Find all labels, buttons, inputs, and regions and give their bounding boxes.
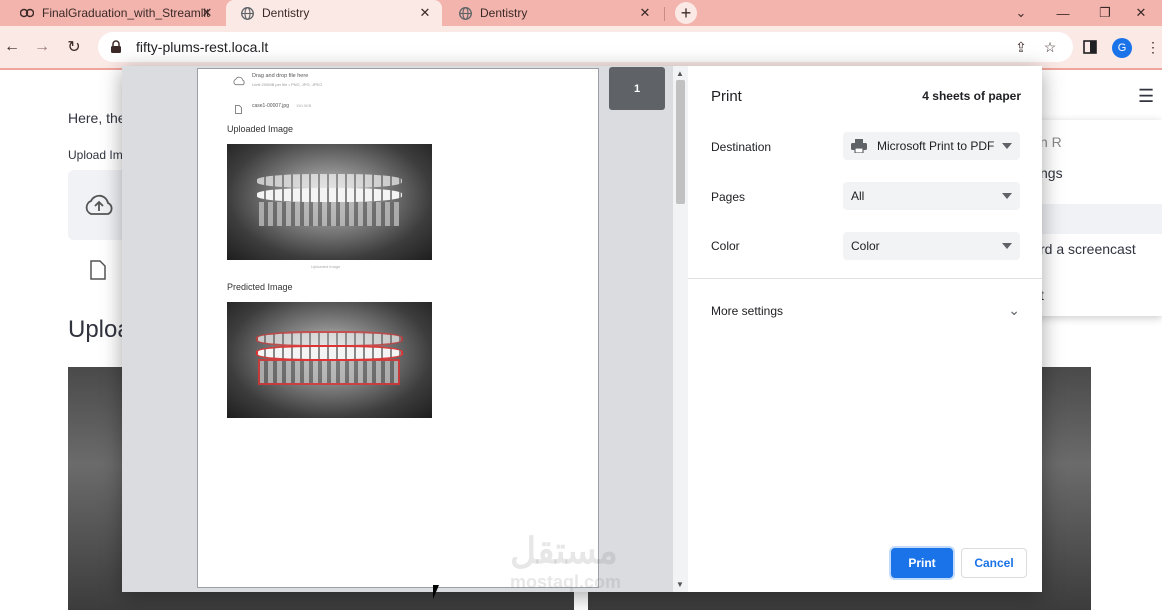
chevron-down-icon[interactable]: ⌄: [1008, 302, 1020, 319]
tab-search-icon[interactable]: ⌄: [1000, 0, 1042, 26]
forward-icon[interactable]: →: [32, 37, 52, 57]
close-window-icon[interactable]: ✕: [1120, 0, 1162, 26]
side-panel-icon[interactable]: [1081, 38, 1099, 56]
tab-strip: FinalGraduation_with_Streamlit ✕ Dentist…: [0, 0, 1162, 26]
predicted-image-heading: Predicted Image: [227, 282, 293, 292]
hamburger-menu-icon[interactable]: ☰: [1138, 86, 1154, 107]
bookmark-star-icon[interactable]: ☆: [1041, 38, 1059, 56]
uploaded-xray-image: [227, 144, 432, 260]
menu-item[interactable]: ngs: [1040, 165, 1063, 181]
printer-icon: [851, 139, 867, 153]
tab-dentistry-active[interactable]: Dentistry ✕: [226, 0, 442, 26]
uploaded-image-caption: Uploaded Image: [311, 264, 341, 269]
menu-item[interactable]: rd a screencast: [1040, 241, 1136, 257]
watermark-url: mostaql.com: [510, 572, 622, 592]
back-icon[interactable]: ←: [2, 37, 22, 57]
print-title: Print: [711, 88, 742, 105]
chevron-down-icon: [1002, 193, 1012, 199]
tab-title: FinalGraduation_with_Streamlit: [42, 6, 210, 20]
color-label: Color: [711, 239, 740, 253]
settings-divider: [688, 278, 1042, 279]
print-dialog: Drag and drop file here Limit 200MB per …: [122, 66, 1042, 592]
profile-avatar[interactable]: G: [1112, 38, 1132, 58]
file-uploader[interactable]: [68, 170, 128, 240]
print-settings-panel: Print 4 sheets of paper Destination Micr…: [688, 66, 1042, 592]
file-icon: [90, 260, 106, 285]
preview-page: Drag and drop file here Limit 200MB per …: [197, 68, 599, 588]
close-icon[interactable]: ✕: [418, 5, 432, 20]
upload-label: Upload Im: [68, 148, 123, 162]
close-icon[interactable]: ✕: [200, 5, 214, 20]
dropzone-title: Drag and drop file here: [252, 73, 309, 79]
file-size: 150.0KB: [296, 103, 312, 108]
destination-value: Microsoft Print to PDF: [877, 139, 995, 153]
uploaded-image-heading: Uploaded Image: [227, 124, 294, 134]
streamlit-icon: [20, 6, 34, 20]
tab-finalgraduation[interactable]: FinalGraduation_with_Streamlit ✕: [8, 0, 224, 26]
more-settings-toggle[interactable]: More settings: [711, 304, 783, 318]
sheet-count: 4 sheets of paper: [922, 89, 1021, 103]
browser-toolbar: ← → ↻ fifty-plums-rest.loca.lt ⇪ ☆ G ⋮: [0, 26, 1162, 70]
chevron-down-icon: [1002, 143, 1012, 149]
cloud-upload-icon: [232, 73, 246, 91]
pages-value: All: [851, 189, 865, 203]
tab-title: Dentistry: [262, 6, 310, 20]
scroll-thumb[interactable]: [676, 80, 685, 204]
print-button[interactable]: Print: [891, 548, 953, 578]
scroll-down-icon[interactable]: ▼: [676, 580, 684, 589]
share-icon[interactable]: ⇪: [1012, 38, 1030, 56]
chevron-down-icon: [1002, 243, 1012, 249]
color-value: Color: [851, 239, 880, 253]
page-thumbnail[interactable]: 1: [609, 67, 665, 110]
destination-label: Destination: [711, 140, 772, 154]
preview-scrollbar[interactable]: ▲ ▼: [673, 66, 688, 592]
globe-icon: [458, 6, 472, 20]
color-select[interactable]: Color: [843, 232, 1020, 260]
intro-text: Here, the: [68, 110, 126, 126]
file-icon: [235, 101, 242, 119]
cloud-upload-icon: [82, 194, 116, 221]
dropzone-limit: Limit 200MB per file • PNG, JPG, JPEG: [252, 82, 323, 87]
new-tab-button[interactable]: +: [675, 2, 697, 24]
mouse-cursor-icon: [433, 585, 439, 599]
predicted-xray-image: [227, 302, 432, 418]
url-text: fifty-plums-rest.loca.lt: [136, 39, 269, 55]
pages-select[interactable]: All: [843, 182, 1020, 210]
destination-select[interactable]: Microsoft Print to PDF: [843, 132, 1020, 160]
globe-icon: [240, 6, 254, 20]
tab-separator: [664, 7, 665, 21]
file-name: case1-00007.jpg: [252, 103, 289, 109]
lock-icon[interactable]: [108, 39, 124, 55]
close-icon[interactable]: ✕: [638, 5, 652, 20]
address-bar[interactable]: fifty-plums-rest.loca.lt: [98, 32, 1073, 62]
reload-icon[interactable]: ↻: [64, 37, 84, 57]
tab-title: Dentistry: [480, 6, 528, 20]
cancel-button[interactable]: Cancel: [961, 548, 1027, 578]
minimize-icon[interactable]: —: [1042, 0, 1084, 26]
kebab-menu-icon[interactable]: ⋮: [1144, 38, 1162, 56]
tab-dentistry[interactable]: Dentistry ✕: [444, 0, 662, 26]
print-preview-area: Drag and drop file here Limit 200MB per …: [122, 66, 688, 592]
menu-item[interactable]: n R: [1040, 134, 1062, 150]
watermark-logo: مستقل: [510, 530, 618, 571]
pages-label: Pages: [711, 190, 746, 204]
scroll-up-icon[interactable]: ▲: [676, 69, 684, 78]
